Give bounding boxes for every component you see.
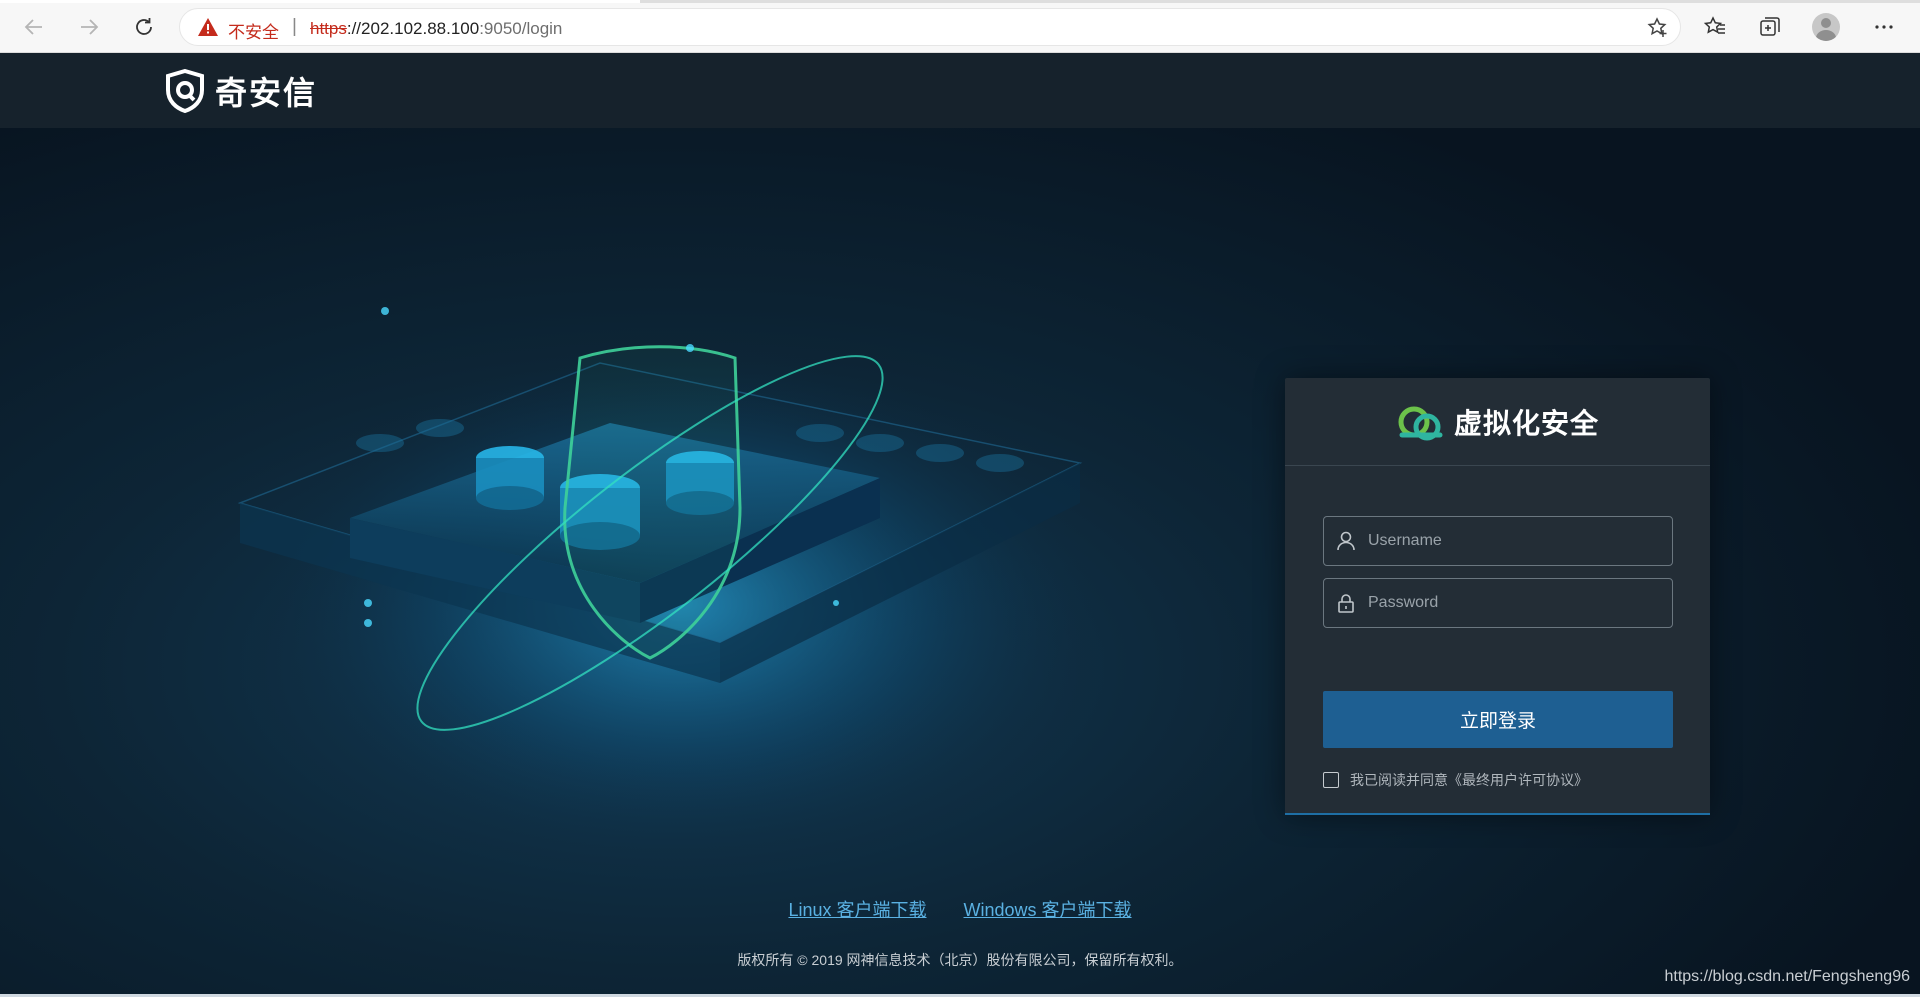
copyright-text: 版权所有 © 2019 网神信息技术（北京）股份有限公司，保留所有权利。 xyxy=(737,952,1183,968)
url-path: :9050/login xyxy=(479,19,563,38)
shield-logo-icon xyxy=(166,69,204,113)
agreement-row: 我已阅读并同意《最终用户许可协议》 xyxy=(1323,770,1588,790)
username-input[interactable] xyxy=(1368,517,1664,565)
user-icon xyxy=(1337,531,1355,551)
address-separator: | xyxy=(292,16,297,37)
windows-client-download-link[interactable]: Windows 客户端下载 xyxy=(964,900,1132,920)
client-downloads: Linux 客户端下载 Windows 客户端下载 xyxy=(0,896,1920,922)
password-field[interactable] xyxy=(1323,578,1673,628)
password-input[interactable] xyxy=(1368,579,1664,627)
back-icon[interactable] xyxy=(18,11,50,43)
profile-avatar[interactable] xyxy=(1812,13,1840,41)
browser-toolbar: 不安全 | https://202.102.88.100:9050/login xyxy=(0,0,1920,53)
security-status[interactable]: 不安全 xyxy=(228,18,279,43)
forward-icon[interactable] xyxy=(73,11,105,43)
brand-logo[interactable]: 奇安信 xyxy=(165,68,317,114)
warning-icon[interactable] xyxy=(197,17,219,37)
url-text[interactable]: https://202.102.88.100:9050/login xyxy=(310,19,562,39)
linux-client-download-link[interactable]: Linux 客户端下载 xyxy=(788,900,926,920)
card-accent-line xyxy=(1285,813,1710,815)
login-button[interactable]: 立即登录 xyxy=(1323,691,1673,748)
login-card: 虚拟化安全 立即登录 我已阅读并同意《最终用户许可协议》 xyxy=(1285,378,1710,815)
brand-name: 奇安信 xyxy=(215,75,318,111)
username-field[interactable] xyxy=(1323,516,1673,566)
agreement-label[interactable]: 我已阅读并同意《最终用户许可协议》 xyxy=(1350,770,1588,790)
favorites-icon[interactable] xyxy=(1699,11,1731,43)
lock-icon xyxy=(1338,594,1354,613)
favorite-add-icon[interactable] xyxy=(1646,16,1670,40)
source-watermark: https://blog.csdn.net/Fengsheng96 xyxy=(1664,968,1910,985)
product-title: 虚拟化安全 xyxy=(1453,407,1599,439)
login-card-header: 虚拟化安全 xyxy=(1285,378,1710,466)
virtualization-security-illustration xyxy=(237,307,1100,863)
top-navbar: 奇安信 xyxy=(0,53,1920,128)
url-host: ://202.102.88.100 xyxy=(346,19,480,38)
cloud-logo-icon xyxy=(1398,406,1443,440)
url-scheme: https xyxy=(310,19,347,38)
collections-icon[interactable] xyxy=(1754,11,1786,43)
more-icon[interactable] xyxy=(1868,11,1900,43)
agreement-checkbox[interactable] xyxy=(1323,772,1339,788)
refresh-icon[interactable] xyxy=(128,11,160,43)
active-tab[interactable] xyxy=(0,0,640,3)
tab-strip xyxy=(0,0,1920,3)
login-page: 奇安信 虚拟化安全 Username 立即登录 我已阅读并同意《最终用户许可协议… xyxy=(0,53,1920,997)
address-bar[interactable]: 不安全 | https://202.102.88.100:9050/login xyxy=(179,8,1681,46)
